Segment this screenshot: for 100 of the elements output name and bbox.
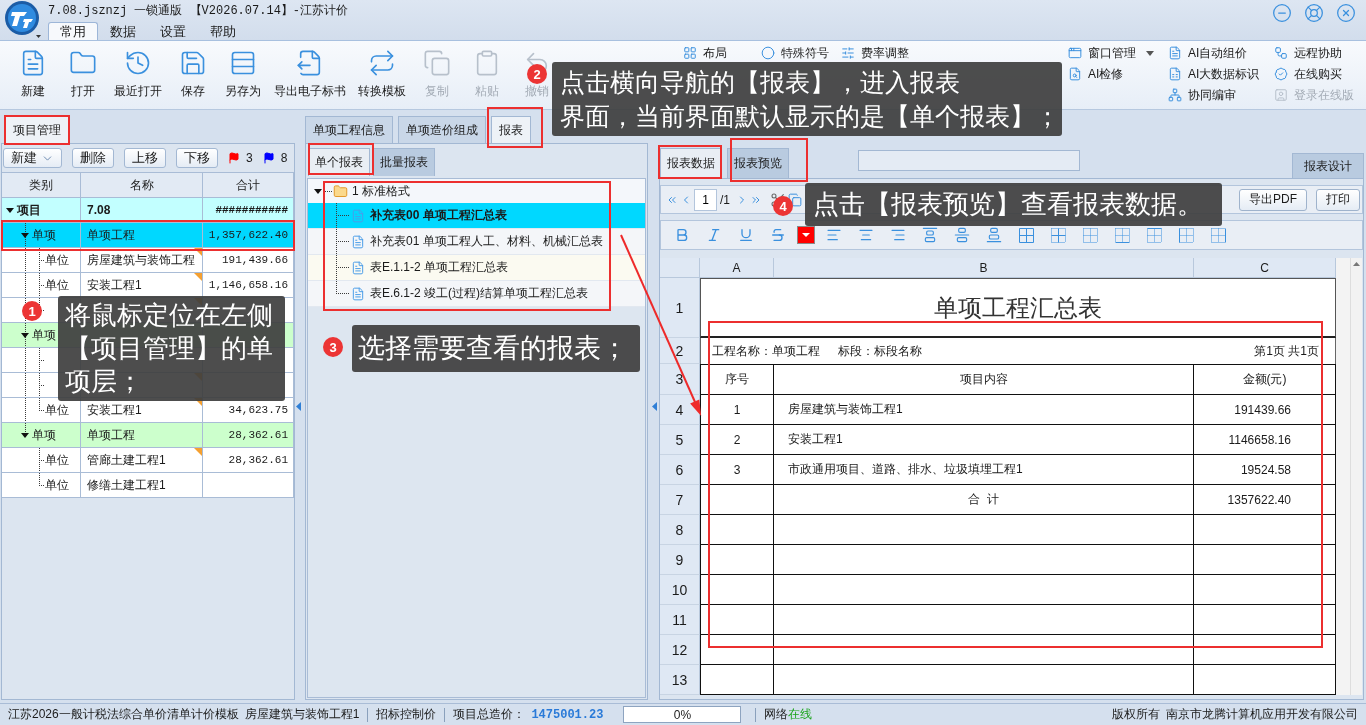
view-tab[interactable]: 报表数据 bbox=[660, 148, 722, 178]
page-input[interactable]: 1 bbox=[694, 188, 717, 211]
tree-item[interactable]: 补充表01 单项工程人工、材料、机械汇总表 bbox=[308, 229, 645, 255]
toolbar-button[interactable]: 新建 bbox=[8, 41, 58, 109]
view-tab[interactable]: 报表预览 bbox=[727, 148, 789, 178]
tree-item[interactable]: 补充表00 单项工程汇总表 bbox=[308, 203, 645, 229]
caret-icon[interactable] bbox=[21, 232, 29, 238]
caret-icon[interactable] bbox=[21, 432, 29, 438]
report-name-field[interactable] bbox=[858, 150, 1080, 171]
column-header[interactable]: A bbox=[700, 258, 774, 278]
toolbar-button[interactable]: 协同编审 bbox=[1168, 87, 1236, 103]
toolbar-button[interactable]: 费率调整 bbox=[841, 45, 909, 61]
panel-button[interactable]: 上移 bbox=[124, 148, 166, 168]
no-borders-icon[interactable] bbox=[1082, 227, 1098, 243]
tree-folder[interactable]: 1 标准格式 bbox=[308, 179, 645, 203]
toolbar-button[interactable]: 转换模板 bbox=[352, 41, 412, 109]
panel-button[interactable]: 下移 bbox=[176, 148, 218, 168]
align-center-icon[interactable] bbox=[858, 227, 874, 243]
inner-borders-icon[interactable] bbox=[1050, 227, 1066, 243]
tree-row[interactable]: 单位 安装工程1 1,146,658.16 bbox=[2, 273, 294, 298]
panel-tab[interactable]: 单项工程信息 bbox=[305, 116, 393, 143]
report-tab[interactable]: 单个报表 bbox=[308, 148, 370, 176]
panel-tab[interactable]: 项目管理 bbox=[5, 116, 69, 143]
collapse-arrow-icon[interactable] bbox=[296, 402, 301, 411]
column-header[interactable]: B bbox=[774, 258, 1194, 278]
toolbar-button[interactable]: AI自动组价 bbox=[1168, 45, 1248, 61]
align-left-icon[interactable] bbox=[826, 227, 842, 243]
strikethrough-icon[interactable] bbox=[770, 227, 786, 243]
table-cell: 1357622.40 bbox=[1194, 485, 1336, 515]
toolbar-button[interactable]: 布局 bbox=[683, 45, 727, 61]
category-text: 项目 bbox=[17, 201, 41, 219]
table-cell: 2 bbox=[700, 425, 774, 455]
toolbar-button[interactable]: 保存 bbox=[168, 41, 218, 109]
row-number: 1 bbox=[660, 278, 700, 338]
tree-row[interactable]: 单位 修缮土建工程1 bbox=[2, 473, 294, 498]
align-right-icon[interactable] bbox=[890, 227, 906, 243]
tree-item[interactable]: 表E.6.1-2 竣工(过程)结算单项工程汇总表 bbox=[308, 281, 645, 307]
all-borders-icon[interactable] bbox=[1018, 227, 1034, 243]
align-bottom-icon[interactable] bbox=[986, 227, 1002, 243]
column-header[interactable]: 类别 bbox=[2, 173, 81, 197]
italic-icon[interactable] bbox=[706, 227, 722, 243]
toolbar-button[interactable]: AI检修 bbox=[1068, 66, 1124, 82]
toolbar-button[interactable]: 打印 bbox=[1316, 188, 1360, 211]
amount-text: ########### bbox=[215, 204, 288, 216]
spreadsheet-icon bbox=[1168, 67, 1182, 81]
caret-icon[interactable] bbox=[6, 207, 14, 213]
align-middle-icon[interactable] bbox=[954, 227, 970, 243]
column-header[interactable]: C bbox=[1194, 258, 1336, 278]
font-color-icon[interactable] bbox=[797, 226, 815, 244]
toolbar-button[interactable]: 远程协助 bbox=[1274, 45, 1342, 61]
row-number: 5 bbox=[660, 425, 700, 455]
top-border-icon[interactable] bbox=[1146, 227, 1162, 243]
scroll-up-icon[interactable] bbox=[1353, 262, 1360, 266]
toolbar-button[interactable]: 特殊符号 bbox=[761, 45, 829, 61]
panel-button[interactable]: 新建 bbox=[3, 148, 62, 168]
column-header[interactable]: 合计 bbox=[203, 173, 294, 197]
logo-icon[interactable] bbox=[3, 0, 43, 40]
right-border-icon[interactable] bbox=[1210, 227, 1226, 243]
toolbar-button[interactable]: AI大数据标识 bbox=[1168, 66, 1260, 82]
panel-tab[interactable]: 单项造价组成 bbox=[398, 116, 486, 143]
tree-row[interactable]: 单项 单项工程 28,362.61 bbox=[2, 423, 294, 448]
tree-row[interactable]: 单项 单项工程 1,357,622.40 bbox=[2, 223, 294, 248]
ring-icon[interactable] bbox=[1304, 3, 1324, 23]
report-tab[interactable]: 批量报表 bbox=[373, 148, 435, 176]
menu-tab[interactable]: 数据 bbox=[98, 22, 148, 40]
toolbar-button[interactable]: 导出电子标书 bbox=[268, 41, 352, 109]
design-button[interactable]: 报表设计 bbox=[1292, 153, 1364, 178]
close-icon[interactable] bbox=[1336, 3, 1356, 23]
toolbar-button[interactable]: 另存为 bbox=[218, 41, 268, 109]
caret-icon[interactable] bbox=[21, 332, 29, 338]
toolbar-button[interactable]: 导出PDF bbox=[1239, 188, 1307, 211]
tree-item[interactable]: 表E.1.1-2 单项工程汇总表 bbox=[308, 255, 645, 281]
caret-icon[interactable] bbox=[314, 188, 322, 194]
align-top-icon[interactable] bbox=[922, 227, 938, 243]
category-text: 单项 bbox=[32, 326, 56, 344]
minimize-icon[interactable] bbox=[1272, 3, 1292, 23]
toolbar-button[interactable]: 打开 bbox=[58, 41, 108, 109]
scrollbar[interactable] bbox=[1350, 258, 1362, 695]
tree-row[interactable]: 单位 房屋建筑与装饰工程 191,439.66 bbox=[2, 248, 294, 273]
column-header[interactable]: 名称 bbox=[81, 173, 203, 197]
copy-icon[interactable] bbox=[788, 192, 802, 207]
collapse-arrow-icon[interactable] bbox=[651, 402, 657, 411]
left-border-icon[interactable] bbox=[1178, 227, 1194, 243]
document-search-icon bbox=[1068, 67, 1082, 81]
tooltip-text: 点击横向导航的【报表】，进入报表 bbox=[560, 67, 961, 98]
menu-tab[interactable]: 常用 bbox=[48, 22, 98, 40]
bottom-border-icon[interactable] bbox=[1114, 227, 1130, 243]
bold-icon[interactable] bbox=[674, 227, 690, 243]
report-title: 单项工程汇总表 bbox=[700, 278, 1336, 338]
panel-tab[interactable]: 报表 bbox=[491, 116, 531, 143]
tree-row[interactable]: 项目 7.08 ########### bbox=[2, 198, 294, 223]
toolbar-button[interactable]: 在线购买 bbox=[1274, 66, 1342, 82]
menu-tab[interactable]: 设置 bbox=[148, 22, 198, 40]
toolbar-button[interactable]: 窗口管理 bbox=[1068, 45, 1154, 61]
panel-button[interactable]: 删除 bbox=[72, 148, 114, 168]
tree-row[interactable]: 单位 管廊土建工程1 28,362.61 bbox=[2, 448, 294, 473]
underline-icon[interactable] bbox=[738, 227, 754, 243]
document-icon bbox=[351, 208, 365, 223]
toolbar-button[interactable]: 最近打开 bbox=[108, 41, 168, 109]
menu-tab[interactable]: 帮助 bbox=[198, 22, 248, 40]
